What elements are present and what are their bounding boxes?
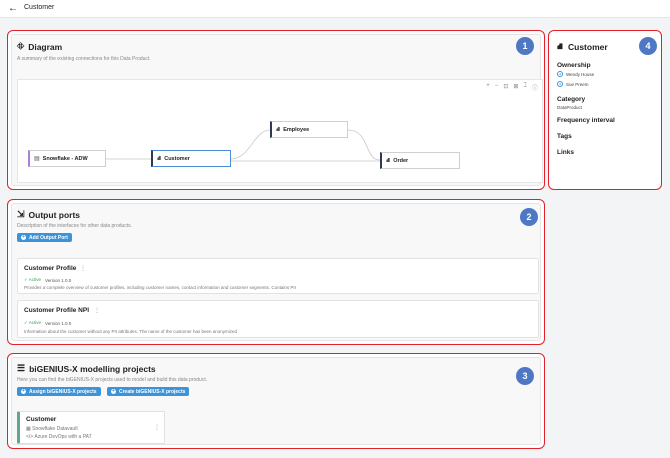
more-options-icon[interactable]: ⋮: [154, 424, 160, 431]
diagram-canvas[interactable]: + − ⊡ ⊠ ⌶ ⓘ ▤ Snowflake - ADW ⛘ Customer: [17, 79, 543, 183]
add-output-port-label: Add Output Port: [29, 234, 68, 241]
plus-icon: +: [21, 234, 26, 240]
project-name: Customer: [26, 416, 57, 423]
hierarchy-icon: ⛘: [386, 157, 391, 164]
status-badge: ✓ Active: [24, 320, 42, 325]
node-employee[interactable]: ⛘ Employee: [270, 121, 348, 138]
output-ports-title-text: Output ports: [28, 209, 81, 220]
user-avatar-icon: ●: [557, 71, 563, 77]
owner-name: Wendy House: [566, 71, 595, 77]
version-label: Version 1.0.0: [45, 277, 72, 283]
edge-customer-employee: [230, 129, 271, 160]
output-port-name: Customer Profile NPI: [24, 307, 90, 314]
user-avatar-icon: ●: [557, 81, 563, 87]
project-card[interactable]: Customer ⋮ ▦ Snowflake Datavault </> Azu…: [17, 411, 165, 444]
back-arrow-icon[interactable]: ←: [8, 3, 18, 15]
project-platform: ▦ Snowflake Datavault: [26, 426, 78, 432]
more-options-icon[interactable]: ⋮: [80, 265, 86, 272]
tags-label: Tags: [557, 133, 572, 140]
database-icon: ▦: [26, 426, 31, 432]
plus-icon: +: [21, 388, 26, 394]
create-projects-button[interactable]: + Create biGENIUS-X projects: [107, 387, 190, 396]
diagram-title-text: Diagram: [28, 41, 63, 52]
diagram-title: ⛗ Diagram: [17, 41, 62, 52]
diagram-description: A summary of the existing connections fo…: [17, 56, 151, 62]
output-port-icon: ⇲: [17, 209, 25, 219]
node-order[interactable]: ⛘ Order: [380, 152, 460, 169]
category-value: DataProduct: [557, 105, 583, 110]
assign-projects-button[interactable]: + Assign biGENIUS-X projects: [17, 387, 101, 396]
code-icon: </>: [26, 434, 34, 440]
top-bar: ← Customer: [0, 0, 670, 18]
side-title: ⛘ Customer: [557, 41, 608, 53]
edge-employee-order: [347, 129, 381, 161]
create-projects-label: Create biGENIUS-X projects: [119, 388, 186, 395]
projects-description: Here you can find the biGENIUS-X project…: [17, 377, 208, 383]
assign-projects-label: Assign biGENIUS-X projects: [29, 388, 97, 395]
side-title-text: Customer: [567, 42, 608, 52]
projects-card: ☰ biGENIUS-X modelling projects Here you…: [11, 357, 541, 445]
projects-section: ☰ biGENIUS-X modelling projects Here you…: [7, 353, 545, 449]
owner-item: ● Sue Preem: [557, 81, 589, 87]
output-port-name: Customer Profile: [24, 265, 77, 272]
output-port-card[interactable]: Customer Profile NPI ⋮ ✓ Active Version …: [17, 300, 539, 338]
node-customer[interactable]: ⛘ Customer: [151, 150, 231, 167]
frequency-label: Frequency interval: [557, 117, 615, 124]
node-label: Employee: [283, 126, 310, 133]
output-port-description: Provides a complete overview of customer…: [24, 285, 296, 290]
output-port-meta: ✓ Active Version 1.0.0: [24, 320, 71, 326]
output-ports-section: ⇲ Output ports Description of the interf…: [7, 199, 545, 345]
details-side-panel: ⛘ Customer Ownership ● Wendy House ● Sue…: [548, 30, 662, 190]
page-title: Customer: [24, 4, 55, 11]
ownership-label: Ownership: [557, 62, 591, 69]
projects-title: ☰ biGENIUS-X modelling projects: [17, 363, 156, 374]
plus-icon: +: [111, 388, 116, 394]
output-port-card[interactable]: Customer Profile ⋮ ✓ Active Version 1.0.…: [17, 258, 539, 294]
diagram-section: ⛗ Diagram A summary of the existing conn…: [7, 30, 545, 190]
snowflake-icon: ▤: [34, 156, 40, 162]
output-port-meta: ✓ Active Version 1.0.0: [24, 277, 71, 283]
category-label: Category: [557, 96, 586, 103]
badge-3: 3: [516, 367, 534, 385]
hierarchy-icon: ⛘: [276, 126, 281, 133]
diagram-icon: ⛗: [17, 41, 25, 51]
hierarchy-icon: ⛘: [157, 155, 162, 162]
node-snowflake-adw[interactable]: ▤ Snowflake - ADW: [28, 150, 106, 167]
output-ports-description: Description of the interfaces for other …: [17, 223, 133, 229]
node-label: Order: [393, 157, 409, 164]
output-ports-title: ⇲ Output ports: [17, 209, 80, 220]
owner-name: Sue Preem: [566, 81, 589, 87]
more-options-icon[interactable]: ⋮: [94, 307, 100, 314]
status-badge: ✓ Active: [24, 277, 42, 282]
project-platform-text: Snowflake Datavault: [32, 426, 78, 432]
project-repo-text: Azure DevOps with a PAT: [34, 434, 92, 440]
add-output-port-button[interactable]: + Add Output Port: [17, 233, 72, 242]
list-icon: ☰: [17, 363, 26, 373]
owner-item: ● Wendy House: [557, 71, 594, 77]
version-label: Version 1.0.0: [45, 320, 72, 326]
links-label: Links: [557, 149, 574, 156]
node-label: Customer: [164, 155, 190, 162]
hierarchy-icon: ⛘: [557, 41, 563, 51]
output-port-description: Information about the customer without a…: [24, 329, 238, 334]
badge-4: 4: [639, 37, 657, 55]
node-label: Snowflake - ADW: [42, 155, 88, 162]
diagram-card: ⛗ Diagram A summary of the existing conn…: [11, 34, 543, 186]
projects-title-text: biGENIUS-X modelling projects: [29, 363, 156, 374]
project-repo: </> Azure DevOps with a PAT: [26, 434, 92, 440]
badge-1: 1: [516, 37, 534, 55]
badge-2: 2: [520, 208, 538, 226]
output-ports-card: ⇲ Output ports Description of the interf…: [11, 203, 541, 341]
